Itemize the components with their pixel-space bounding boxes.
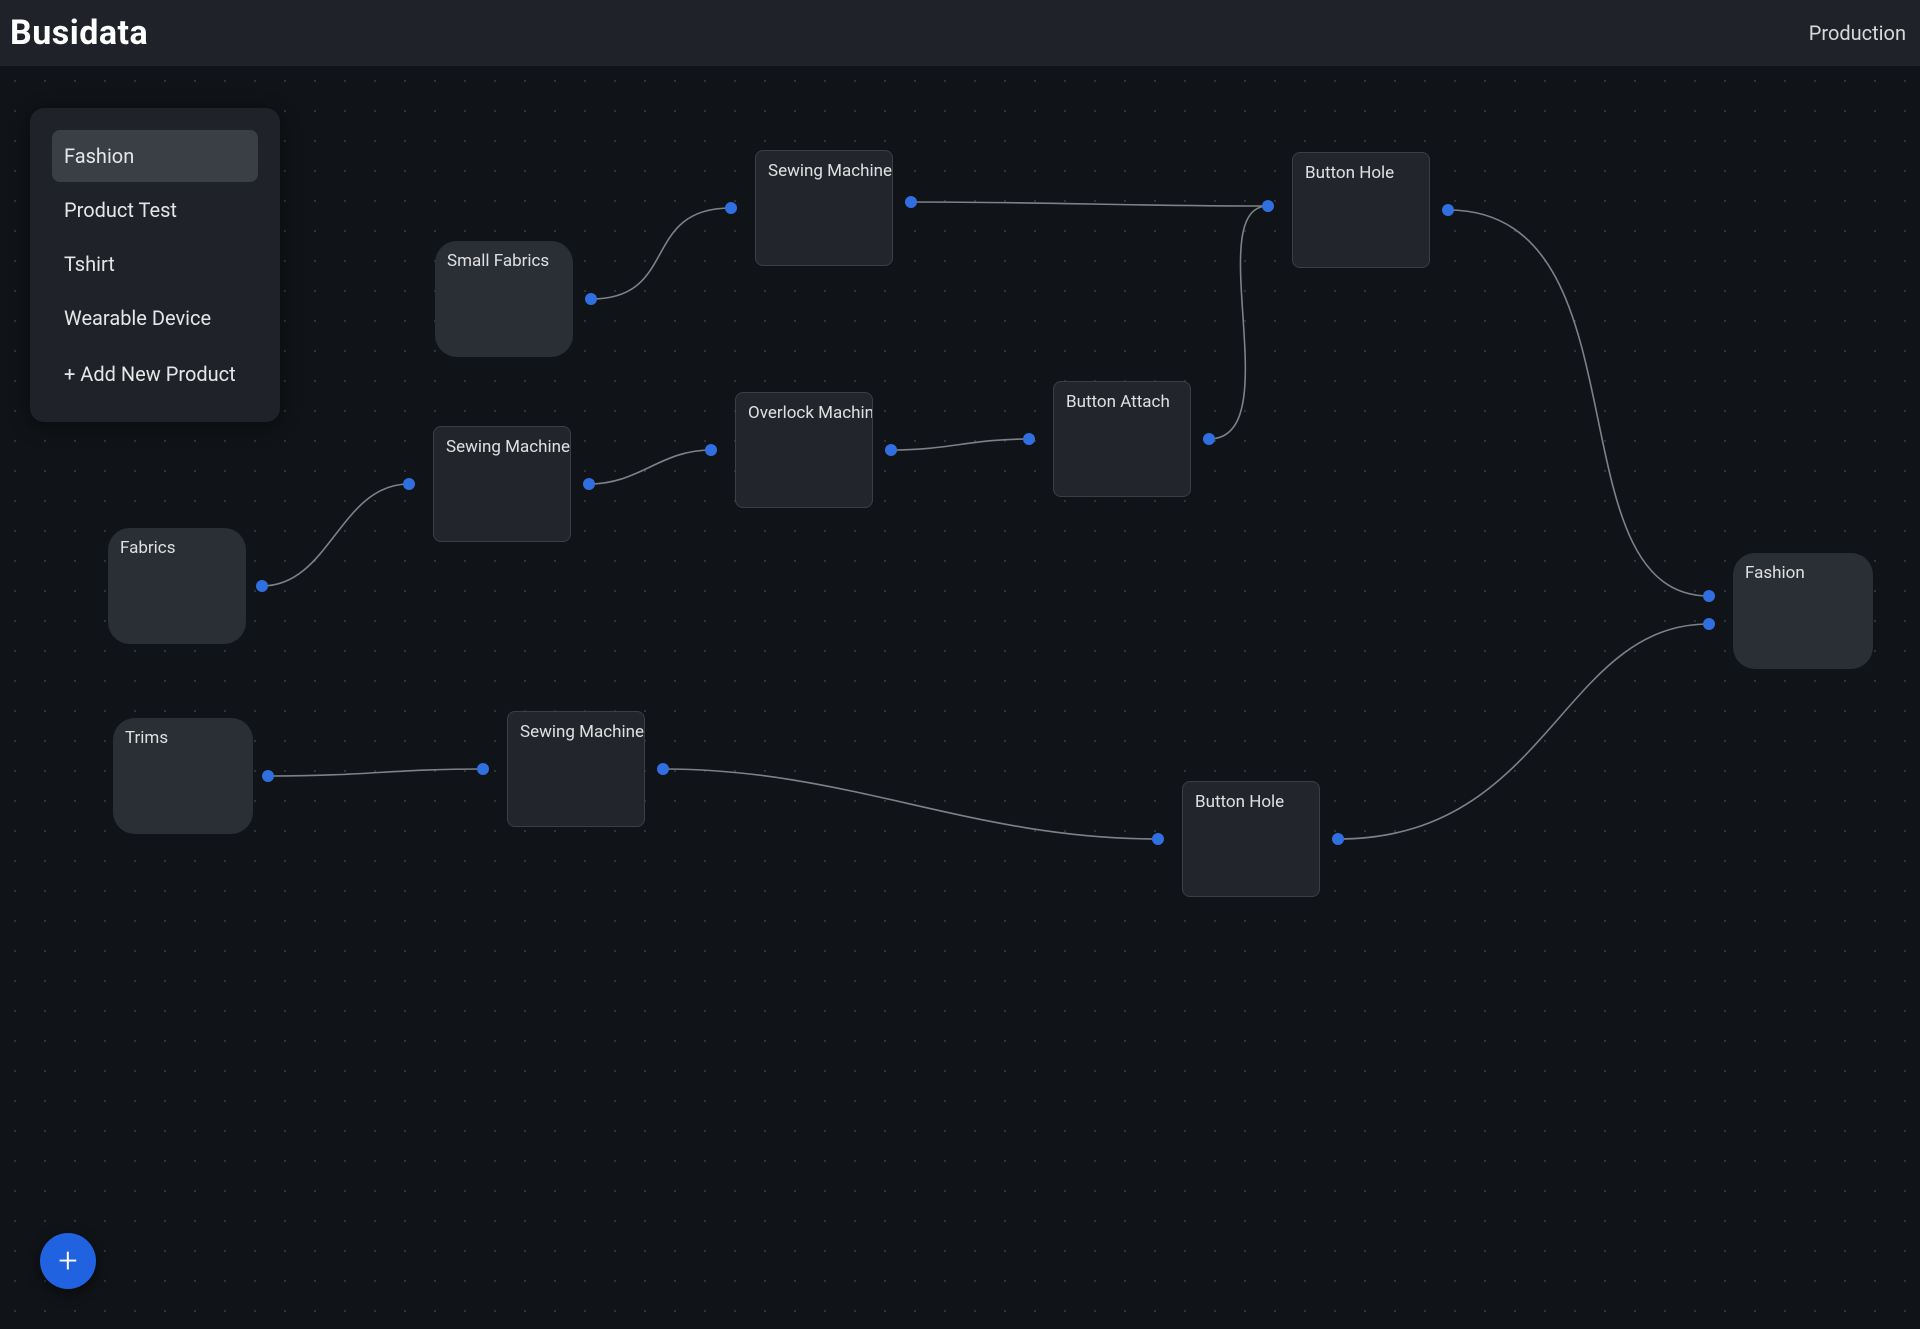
port-sewing-2-left[interactable] bbox=[403, 478, 415, 490]
fab-add-button[interactable]: + bbox=[40, 1233, 96, 1289]
node-small-fabrics[interactable]: Small Fabrics bbox=[435, 241, 573, 357]
node-fabrics[interactable]: Fabrics bbox=[108, 528, 246, 644]
node-trims[interactable]: Trims bbox=[113, 718, 253, 834]
app-header: Busidata Production bbox=[0, 0, 1920, 66]
edge bbox=[262, 484, 409, 586]
node-sewing-3[interactable]: Sewing Machine bbox=[507, 711, 645, 827]
port-overlock-left[interactable] bbox=[705, 444, 717, 456]
edge bbox=[1209, 206, 1268, 439]
edge bbox=[1338, 624, 1709, 839]
sidebar-item-fashion[interactable]: Fashion bbox=[52, 130, 258, 182]
port-trims-right[interactable] bbox=[262, 770, 274, 782]
node-button-attach[interactable]: Button Attach bbox=[1053, 381, 1191, 497]
node-label: Button Attach bbox=[1066, 392, 1170, 412]
node-overlock[interactable]: Overlock Machine bbox=[735, 392, 873, 508]
node-button-hole-1[interactable]: Button Hole bbox=[1292, 152, 1430, 268]
plus-icon: + bbox=[58, 1241, 77, 1281]
edge bbox=[589, 450, 711, 484]
node-label: Button Hole bbox=[1305, 163, 1394, 183]
node-label: Small Fabrics bbox=[447, 251, 549, 271]
port-button-hole-1-left[interactable] bbox=[1262, 200, 1274, 212]
brand-title: Busidata bbox=[10, 13, 148, 53]
sidebar-item-wearable-device[interactable]: Wearable Device bbox=[52, 292, 258, 344]
port-fashion-left-top[interactable] bbox=[1703, 590, 1715, 602]
node-sewing-1[interactable]: Sewing Machine bbox=[755, 150, 893, 266]
port-button-attach-right[interactable] bbox=[1203, 433, 1215, 445]
node-label: Overlock Machine bbox=[748, 403, 873, 423]
node-label: Trims bbox=[125, 728, 168, 748]
node-label: Fashion bbox=[1745, 563, 1805, 583]
port-sewing-1-left[interactable] bbox=[725, 202, 737, 214]
node-label: Sewing Machine bbox=[768, 161, 892, 181]
edge bbox=[891, 439, 1029, 450]
edge bbox=[663, 769, 1158, 839]
edge bbox=[1448, 210, 1709, 596]
node-label: Fabrics bbox=[120, 538, 175, 558]
port-button-hole-2-left[interactable] bbox=[1152, 833, 1164, 845]
node-label: Button Hole bbox=[1195, 792, 1284, 812]
port-overlock-right[interactable] bbox=[885, 444, 897, 456]
port-button-attach-left[interactable] bbox=[1023, 433, 1035, 445]
port-sewing-2-right[interactable] bbox=[583, 478, 595, 490]
sidebar-item-tshirt[interactable]: Tshirt bbox=[52, 238, 258, 290]
node-sewing-2[interactable]: Sewing Machine bbox=[433, 426, 571, 542]
port-sewing-3-right[interactable] bbox=[657, 763, 669, 775]
port-sewing-3-left[interactable] bbox=[477, 763, 489, 775]
port-fabrics-right[interactable] bbox=[256, 580, 268, 592]
edge bbox=[911, 202, 1268, 206]
edge bbox=[268, 769, 483, 776]
node-fashion[interactable]: Fashion bbox=[1733, 553, 1873, 669]
node-label: Sewing Machine bbox=[520, 722, 644, 742]
add-product-button[interactable]: + Add New Product bbox=[52, 348, 258, 400]
port-fashion-left-bottom[interactable] bbox=[1703, 618, 1715, 630]
sidebar-item-product-test[interactable]: Product Test bbox=[52, 184, 258, 236]
edge-layer bbox=[0, 66, 1920, 1329]
header-mode-label[interactable]: Production bbox=[1809, 21, 1910, 45]
port-button-hole-1-right[interactable] bbox=[1442, 204, 1454, 216]
port-small-fabrics-right[interactable] bbox=[585, 293, 597, 305]
product-list-panel: FashionProduct TestTshirtWearable Device… bbox=[30, 108, 280, 422]
edge bbox=[591, 208, 731, 299]
node-label: Sewing Machine bbox=[446, 437, 570, 457]
flow-canvas[interactable]: FashionProduct TestTshirtWearable Device… bbox=[0, 66, 1920, 1329]
port-sewing-1-right[interactable] bbox=[905, 196, 917, 208]
port-button-hole-2-right[interactable] bbox=[1332, 833, 1344, 845]
node-button-hole-2[interactable]: Button Hole bbox=[1182, 781, 1320, 897]
